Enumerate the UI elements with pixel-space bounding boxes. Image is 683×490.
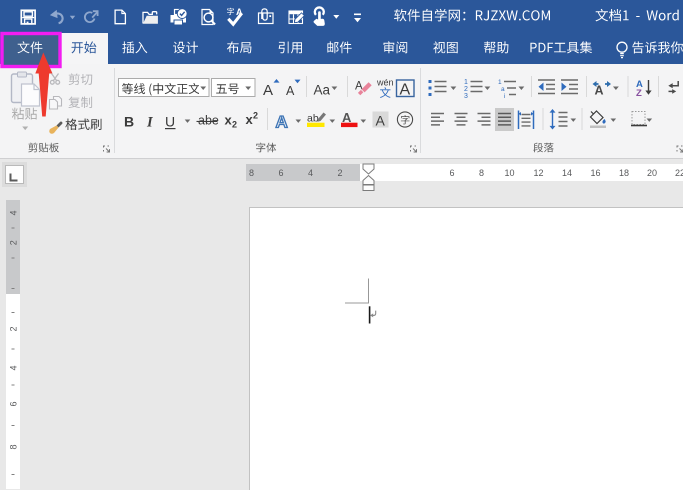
svg-text:1: 1 xyxy=(464,79,468,86)
svg-text:20: 20 xyxy=(647,168,657,178)
svg-text:B: B xyxy=(124,114,134,130)
svg-text:ab: ab xyxy=(307,113,319,125)
svg-text:A: A xyxy=(286,84,295,98)
svg-text:A: A xyxy=(400,82,411,99)
svg-text:14: 14 xyxy=(562,168,572,178)
svg-text:Aa: Aa xyxy=(314,83,331,98)
svg-text:3: 3 xyxy=(464,93,468,100)
svg-text:i: i xyxy=(504,93,505,100)
svg-text:8: 8 xyxy=(249,168,254,178)
svg-text:12: 12 xyxy=(533,168,543,178)
svg-text:A: A xyxy=(263,82,273,99)
svg-text:6: 6 xyxy=(9,401,19,406)
svg-text:4: 4 xyxy=(9,210,19,215)
svg-text:18: 18 xyxy=(619,168,629,178)
svg-text:A: A xyxy=(355,81,363,93)
svg-text:a: a xyxy=(501,86,505,93)
svg-text:U: U xyxy=(165,114,175,130)
svg-text:4: 4 xyxy=(308,168,313,178)
svg-text:4: 4 xyxy=(9,365,19,370)
svg-text:2: 2 xyxy=(9,326,19,331)
svg-text:2: 2 xyxy=(464,86,468,93)
svg-text:16: 16 xyxy=(590,168,600,178)
svg-text:Z: Z xyxy=(636,88,642,99)
svg-text:22: 22 xyxy=(675,168,683,178)
svg-text:1: 1 xyxy=(498,79,502,86)
svg-text:8: 8 xyxy=(479,168,484,178)
svg-text:I: I xyxy=(146,115,154,131)
svg-text:A: A xyxy=(376,113,386,129)
svg-text:abe: abe xyxy=(198,114,219,128)
svg-text:A: A xyxy=(276,113,288,132)
svg-text:8: 8 xyxy=(9,444,19,449)
svg-text:wén: wén xyxy=(376,78,394,88)
svg-text:6: 6 xyxy=(278,168,283,178)
svg-text:2: 2 xyxy=(232,120,237,130)
svg-text:2: 2 xyxy=(337,168,342,178)
svg-text:10: 10 xyxy=(504,168,514,178)
svg-text:2: 2 xyxy=(9,240,19,245)
svg-text:2: 2 xyxy=(253,111,258,121)
svg-text:6: 6 xyxy=(449,168,454,178)
